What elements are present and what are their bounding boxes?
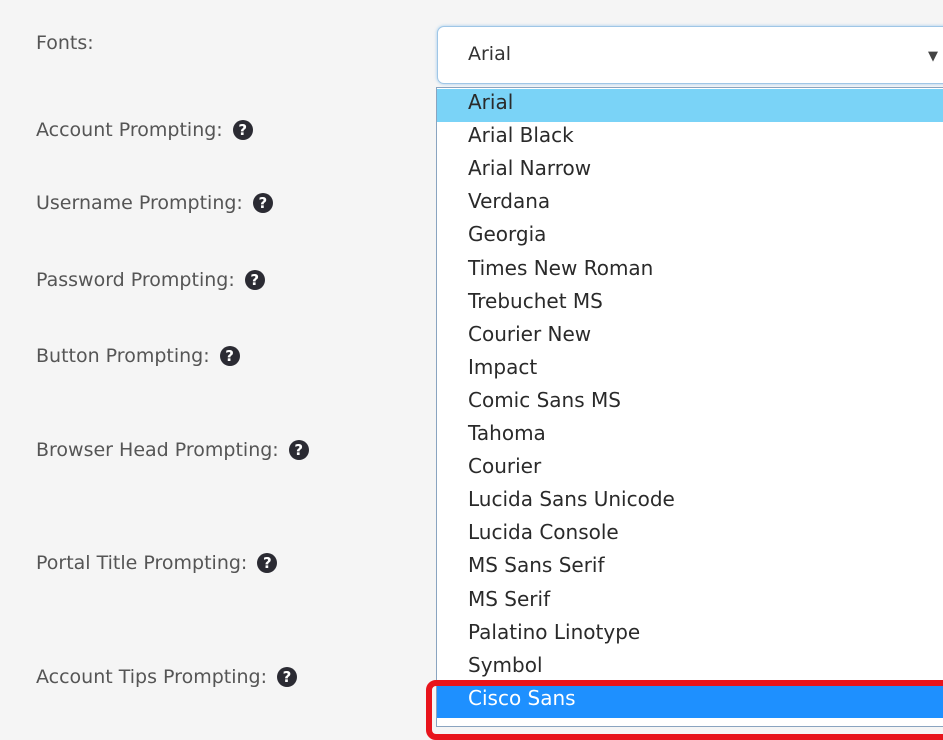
dropdown-option[interactable]: Arial bbox=[437, 89, 943, 122]
form-label-text: Button Prompting: bbox=[36, 345, 210, 367]
dropdown-option[interactable]: Times New Roman bbox=[437, 255, 943, 288]
form-label-portal-title-prompting: Portal Title Prompting:? bbox=[36, 548, 278, 578]
caret-down-icon: ▼ bbox=[928, 49, 938, 64]
dropdown-option[interactable]: Tahoma bbox=[437, 420, 943, 453]
fonts-select[interactable]: Arial ▼ bbox=[437, 26, 943, 84]
form-label-text: Username Prompting: bbox=[36, 192, 243, 214]
form-label-text: Account Tips Prompting: bbox=[36, 666, 267, 688]
question-circle-icon[interactable]: ? bbox=[232, 120, 253, 140]
dropdown-option[interactable]: Arial Black bbox=[437, 122, 943, 155]
dropdown-option[interactable]: Georgia bbox=[437, 221, 943, 254]
question-circle-icon[interactable]: ? bbox=[252, 193, 273, 213]
dropdown-option[interactable]: Arial Narrow bbox=[437, 155, 943, 188]
dropdown-option[interactable]: Palatino Linotype bbox=[437, 619, 943, 652]
dropdown-option[interactable]: MS Serif bbox=[437, 586, 943, 619]
question-circle-icon[interactable]: ? bbox=[277, 667, 297, 687]
form-label-text: Password Prompting: bbox=[36, 269, 235, 291]
form-label-password-prompting: Password Prompting:? bbox=[36, 265, 265, 295]
question-circle-icon[interactable]: ? bbox=[288, 440, 309, 460]
form-label-account-prompting: Account Prompting:? bbox=[36, 115, 253, 145]
dropdown-option[interactable]: Impact bbox=[437, 354, 943, 387]
fonts-dropdown-list[interactable]: Arial Arial Black Arial Narrow Verdana Georg… bbox=[436, 87, 943, 727]
dropdown-option[interactable]: Lucida Sans Unicode bbox=[437, 486, 943, 519]
form-label-text: Fonts: bbox=[36, 32, 94, 54]
dropdown-option[interactable]: Lucida Console bbox=[437, 519, 943, 552]
question-circle-icon[interactable]: ? bbox=[257, 553, 278, 573]
dropdown-option[interactable]: Cisco Sans bbox=[437, 684, 943, 718]
dropdown-option[interactable]: Verdana bbox=[437, 188, 943, 221]
dropdown-option[interactable]: Courier bbox=[437, 453, 943, 486]
question-circle-icon[interactable]: ? bbox=[244, 270, 265, 290]
dropdown-option[interactable]: Comic Sans MS bbox=[437, 387, 943, 420]
form-label-account-tips-prompting: Account Tips Prompting:? bbox=[36, 662, 297, 692]
form-label-username-prompting: Username Prompting:? bbox=[36, 188, 273, 218]
form-label-text: Account Prompting: bbox=[36, 119, 223, 141]
dropdown-option[interactable]: Courier New bbox=[437, 321, 943, 354]
form-label-browser-head-prompting: Browser Head Prompting:? bbox=[36, 435, 309, 465]
form-label-text: Browser Head Prompting: bbox=[36, 439, 279, 461]
dropdown-option[interactable]: MS Sans Serif bbox=[437, 552, 943, 585]
dropdown-option[interactable]: Trebuchet MS bbox=[437, 288, 943, 321]
form-label-text: Portal Title Prompting: bbox=[36, 552, 248, 574]
dropdown-option[interactable]: Symbol bbox=[437, 652, 943, 685]
form-label-fonts: Fonts: bbox=[36, 28, 94, 58]
question-circle-icon[interactable]: ? bbox=[219, 346, 240, 366]
fonts-select-value: Arial bbox=[468, 43, 512, 65]
form-label-button-prompting: Button Prompting:? bbox=[36, 341, 240, 371]
